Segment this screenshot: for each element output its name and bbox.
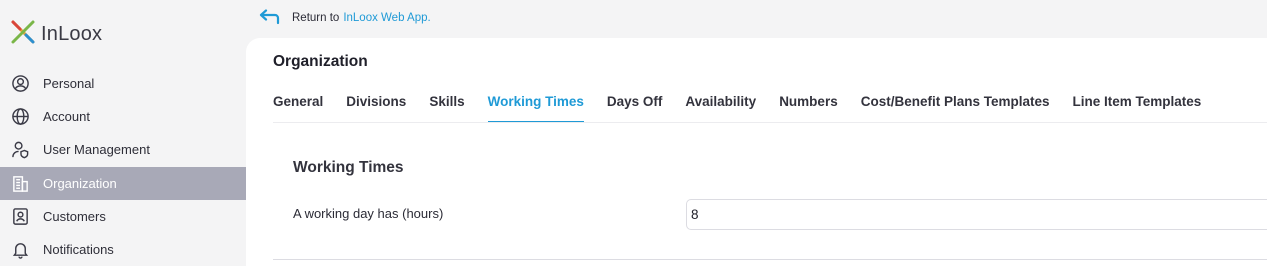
logo[interactable]: InLoox (10, 20, 102, 48)
return-link[interactable]: InLoox Web App. (343, 12, 430, 24)
logo-text: InLoox (41, 22, 103, 45)
sidebar-item-label: User Management (43, 142, 150, 158)
sidebar-item-label: Notifications (43, 242, 114, 258)
return-arrow-icon[interactable] (258, 8, 292, 28)
tab-availability[interactable]: Availability (685, 94, 756, 123)
sidebar-item-notifications[interactable]: Notifications (0, 233, 246, 266)
return-bar: Return to InLoox Web App. (258, 8, 431, 28)
sidebar-item-label: Account (43, 109, 90, 125)
tab-bar: General Divisions Skills Working Times D… (273, 94, 1224, 124)
bell-icon (10, 240, 30, 260)
tab-working-times[interactable]: Working Times (487, 94, 584, 123)
sidebar-item-personal[interactable]: Personal (0, 67, 246, 100)
tab-divisions[interactable]: Divisions (346, 94, 406, 123)
person-circle-icon (10, 74, 30, 94)
building-icon (10, 173, 30, 193)
tab-days-off[interactable]: Days Off (607, 94, 663, 123)
sidebar-item-label: Organization (43, 175, 117, 191)
sidebar-item-customers[interactable]: Customers (0, 200, 246, 233)
tab-numbers[interactable]: Numbers (779, 94, 838, 123)
inloox-logo-icon (10, 19, 36, 50)
user-shield-icon (10, 140, 30, 160)
tab-line-item-templates[interactable]: Line Item Templates (1073, 94, 1202, 123)
tab-cost-benefit-plans-templates[interactable]: Cost/Benefit Plans Templates (861, 94, 1050, 123)
tab-general[interactable]: General (273, 94, 323, 123)
sidebar-item-label: Customers (43, 208, 106, 224)
section-divider (273, 259, 1267, 260)
sidebar-item-organization[interactable]: Organization (0, 166, 246, 200)
tabs-divider (273, 122, 1267, 123)
globe-icon (10, 107, 30, 127)
sidebar-item-label: Personal (43, 76, 95, 92)
return-text: Return to (292, 12, 340, 24)
sidebar: InLoox Personal Account User Management … (0, 0, 246, 266)
working-day-hours-label: A working day has (hours) (293, 206, 444, 221)
contact-card-icon (10, 206, 30, 226)
tab-skills[interactable]: Skills (429, 94, 464, 123)
main-card: Organization General Divisions Skills Wo… (246, 38, 1267, 266)
working-day-hours-input[interactable] (686, 199, 1267, 230)
page-title: Organization (273, 53, 368, 70)
sidebar-nav: Personal Account User Management Organiz… (0, 67, 246, 266)
sidebar-item-account[interactable]: Account (0, 100, 246, 133)
sidebar-item-user-management[interactable]: User Management (0, 133, 246, 166)
section-title: Working Times (293, 159, 404, 176)
